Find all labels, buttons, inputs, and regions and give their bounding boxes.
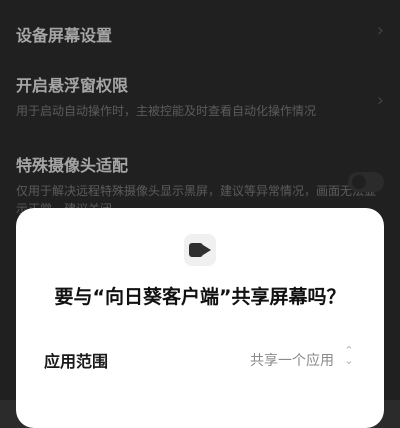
camera-lens xyxy=(203,245,211,255)
scope-label: 应用范围 xyxy=(44,352,109,371)
scope-value[interactable]: 共享一个应用 xyxy=(250,350,334,370)
video-camera-icon-container xyxy=(184,234,216,266)
share-screen-dialog: 要与“向日葵客户端”共享屏幕吗？ 应用范围 共享一个应用 ⌃ ⌄ xyxy=(16,208,384,428)
dialog-title: 要与“向日葵客户端”共享屏幕吗？ xyxy=(54,286,346,308)
video-camera-icon xyxy=(189,243,211,257)
up-down-chevron-icon[interactable]: ⌃ ⌄ xyxy=(342,345,356,370)
camera-body xyxy=(189,243,203,257)
share-scope-row[interactable]: 应用范围 共享一个应用 ⌃ ⌄ xyxy=(44,345,356,378)
